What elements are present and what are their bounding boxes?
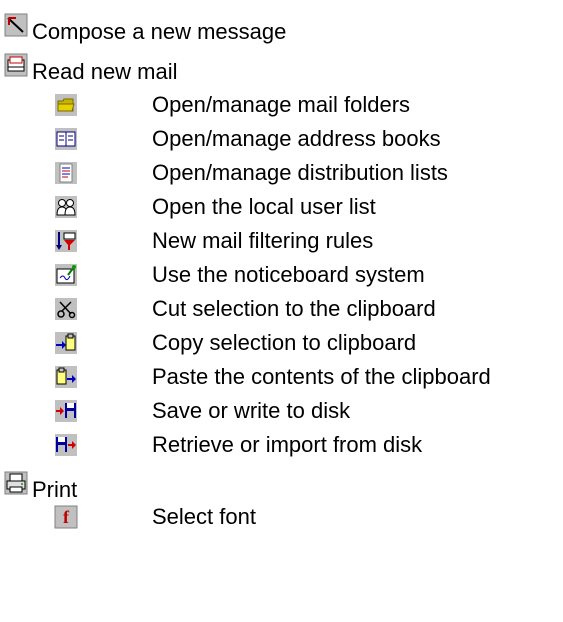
- item-label: Compose a new message: [32, 19, 287, 44]
- item-noticeboard: Use the noticeboard system: [54, 258, 425, 292]
- item-cut: Cut selection to the clipboard: [54, 292, 436, 326]
- item-copy: Copy selection to clipboard: [54, 326, 416, 360]
- item-label: Copy selection to clipboard: [152, 330, 417, 355]
- item-label: Paste the contents of the clipboard: [152, 364, 491, 389]
- font-icon: f: [54, 505, 78, 529]
- item-paste: Paste the contents of the clipboard: [54, 360, 491, 394]
- filter-icon: [54, 229, 78, 253]
- item-local-user-list: Open the local user list: [54, 190, 376, 224]
- svg-text:f: f: [63, 507, 70, 527]
- paste-icon: [54, 365, 78, 389]
- copy-icon: [54, 331, 78, 355]
- item-address-books: Open/manage address books: [54, 122, 441, 156]
- compose-icon: [4, 13, 28, 37]
- read-mail-icon: [4, 53, 28, 77]
- item-compose: Compose a new message: [4, 8, 287, 44]
- item-print: Print: [4, 466, 78, 502]
- item-filtering-rules: New mail filtering rules: [54, 224, 373, 258]
- item-save-disk: Save or write to disk: [54, 394, 350, 428]
- help-page: { "items": [ {"label": "Compose a new me…: [0, 0, 563, 622]
- item-label: Retrieve or import from disk: [152, 432, 423, 457]
- item-label: Use the noticeboard system: [152, 262, 425, 287]
- item-read-mail: Read new mail: [4, 48, 178, 84]
- item-label: New mail filtering rules: [152, 228, 374, 253]
- retrieve-disk-icon: [54, 433, 78, 457]
- item-label: Read new mail: [32, 59, 178, 84]
- item-label: Cut selection to the clipboard: [152, 296, 436, 321]
- item-label: Open/manage mail folders: [152, 92, 411, 117]
- print-icon: [4, 471, 28, 495]
- save-disk-icon: [54, 399, 78, 423]
- item-label: Open the local user list: [152, 194, 376, 219]
- folder-icon: [54, 93, 78, 117]
- item-distribution-lists: Open/manage distribution lists: [54, 156, 448, 190]
- user-list-icon: [54, 195, 78, 219]
- item-label: Print: [32, 477, 78, 502]
- cut-icon: [54, 297, 78, 321]
- address-book-icon: [54, 127, 78, 151]
- item-select-font: f Select font: [54, 500, 256, 534]
- item-mail-folders: Open/manage mail folders: [54, 88, 410, 122]
- item-label: Open/manage address books: [152, 126, 441, 151]
- item-retrieve-disk: Retrieve or import from disk: [54, 428, 422, 462]
- item-label: Open/manage distribution lists: [152, 160, 448, 185]
- noticeboard-icon: [54, 263, 78, 287]
- distribution-list-icon: [54, 161, 78, 185]
- item-label: Select font: [152, 504, 256, 529]
- item-label: Save or write to disk: [152, 398, 351, 423]
